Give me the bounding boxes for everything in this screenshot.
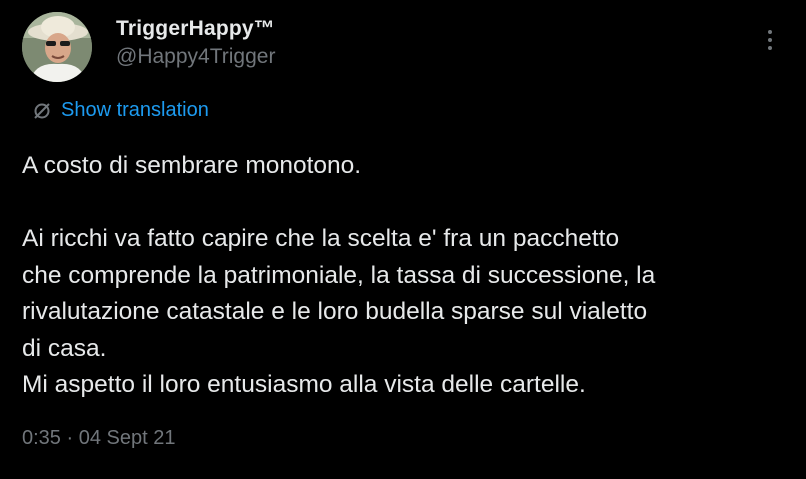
avatar[interactable]: [22, 12, 92, 82]
more-options-icon[interactable]: [758, 26, 782, 54]
avatar-image: [22, 12, 92, 82]
translate-icon: [34, 102, 50, 119]
tweet-timestamp[interactable]: 0:35 · 04 Sept 21: [22, 424, 175, 452]
user-info[interactable]: TriggerHappy™ @Happy4Trigger: [116, 16, 275, 72]
tweet-header: TriggerHappy™ @Happy4Trigger: [22, 12, 792, 84]
user-handle[interactable]: @Happy4Trigger: [116, 42, 275, 72]
show-translation-link[interactable]: Show translation: [32, 99, 209, 122]
show-translation-label: Show translation: [61, 99, 209, 121]
tweet-text: A costo di sembrare monotono. Ai ricchi …: [22, 152, 656, 398]
display-name[interactable]: TriggerHappy™: [116, 16, 275, 42]
